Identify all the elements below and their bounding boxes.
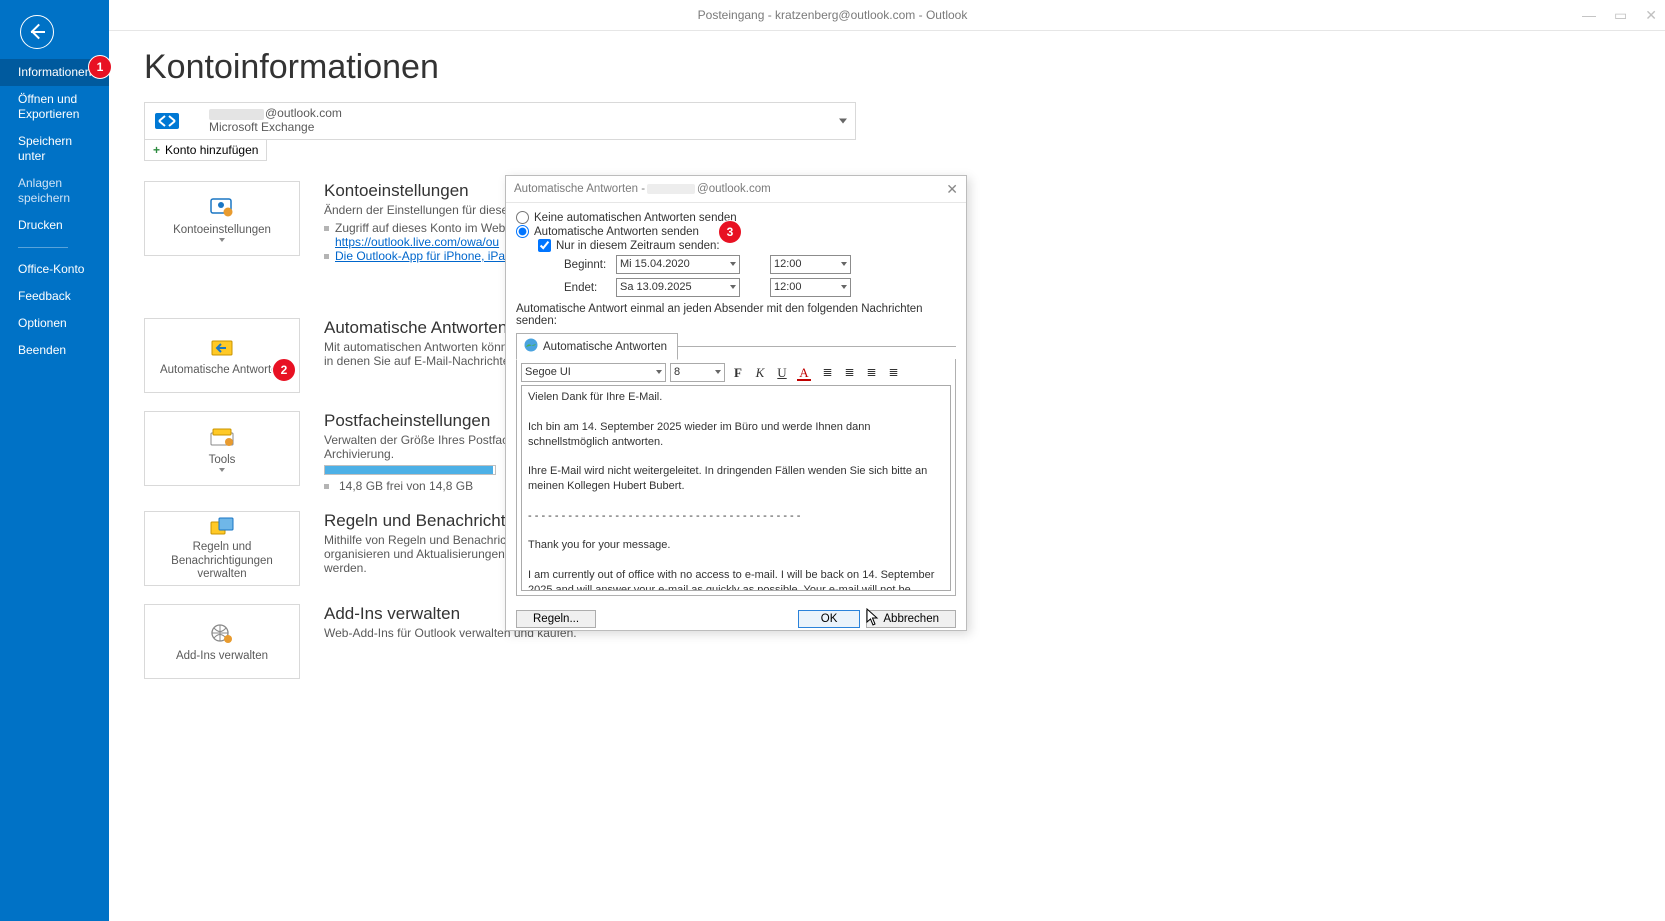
annotation-badge-1: 1 (88, 55, 112, 79)
storage-text: 14,8 GB frei von 14,8 GB (339, 479, 473, 493)
begin-label: Beginnt: (564, 259, 608, 271)
page-title: Kontoinformationen (144, 48, 1665, 87)
rules-button[interactable]: Regeln... (516, 610, 596, 628)
close-icon[interactable]: ✕ (946, 181, 958, 198)
account-info: @outlook.com Microsoft Exchange (209, 107, 342, 135)
automatic-replies-icon (209, 335, 235, 361)
bullet-icon (324, 484, 329, 489)
storage-bar (324, 465, 496, 475)
addins-icon (209, 621, 235, 647)
card-tools[interactable]: Tools (144, 411, 300, 486)
mobile-app-link[interactable]: Die Outlook-App für iPhone, iPad (335, 249, 512, 263)
numbered-list-button[interactable]: ≣ (839, 364, 857, 382)
begin-date-picker[interactable]: Mi 15.04.2020 (616, 255, 740, 274)
end-label: Endet: (564, 282, 608, 294)
chevron-down-icon (219, 468, 225, 472)
sidebar-item-office-account[interactable]: Office-Konto (0, 256, 109, 283)
blurred-name (647, 184, 695, 194)
annotation-badge-3: 3 (718, 220, 742, 244)
add-account-button[interactable]: +Konto hinzufügen (144, 139, 267, 161)
dialog-titlebar[interactable]: Automatische Antworten - @outlook.com ✕ (506, 176, 966, 203)
tab-automatic-replies[interactable]: Automatische Antworten (516, 333, 678, 360)
ok-button[interactable]: OK (798, 610, 861, 628)
message-editor[interactable]: Vielen Dank für Ihre E-Mail. Ich bin am … (521, 385, 951, 591)
sidebar-item-open-export[interactable]: Öffnen und Exportieren (0, 86, 109, 128)
card-addins[interactable]: Add-Ins verwalten (144, 604, 300, 679)
checkbox-only-period[interactable]: Nur in diesem Zeitraum senden: (538, 239, 956, 252)
sidebar-item-exit[interactable]: Beenden (0, 337, 109, 364)
account-settings-icon (209, 195, 235, 221)
account-provider: Microsoft Exchange (209, 121, 342, 135)
app-title: Posteingang - kratzenberg@outlook.com - … (698, 8, 968, 22)
plus-icon: + (153, 143, 160, 157)
sidebar-item-options[interactable]: Optionen (0, 310, 109, 337)
card-rules[interactable]: Regeln und Benachrichtigungen verwalten (144, 511, 300, 586)
app-header: Posteingang - kratzenberg@outlook.com - … (0, 0, 1665, 31)
bold-button[interactable]: F (729, 364, 747, 382)
minimize-icon[interactable]: — (1582, 0, 1596, 30)
font-color-button[interactable]: A (795, 364, 813, 382)
chevron-down-icon (839, 119, 847, 124)
chevron-down-icon (219, 238, 225, 242)
account-email-suffix: @outlook.com (265, 106, 342, 120)
bullet-icon (324, 226, 329, 231)
end-time-picker[interactable]: 12:00 (770, 278, 851, 297)
end-date-picker[interactable]: Sa 13.09.2025 (616, 278, 740, 297)
automatic-replies-dialog: Automatische Antworten - @outlook.com ✕ … (505, 175, 967, 631)
maximize-icon[interactable]: ▭ (1614, 0, 1627, 30)
exchange-icon (155, 110, 179, 132)
sidebar-item-save-as[interactable]: Speichern unter (0, 128, 109, 170)
cancel-button[interactable]: Abbrechen (866, 610, 956, 628)
font-size-select[interactable]: 8 (670, 363, 725, 382)
underline-button[interactable]: U (773, 364, 791, 382)
close-window-icon[interactable]: ✕ (1645, 0, 1657, 30)
back-button[interactable] (20, 15, 54, 49)
tab-header: Automatische Antworten (516, 333, 956, 360)
card-account-settings[interactable]: Kontoeinstellungen (144, 181, 300, 256)
sidebar-item-feedback[interactable]: Feedback (0, 283, 109, 310)
sidebar-item-print[interactable]: Drucken (0, 212, 109, 239)
begin-time-picker[interactable]: 12:00 (770, 255, 851, 274)
owa-link[interactable]: https://outlook.live.com/owa/ou (335, 235, 499, 249)
blurred-name (209, 109, 264, 120)
send-to-label: Automatische Antwort einmal an jeden Abs… (516, 303, 956, 327)
bullet-icon (324, 254, 329, 259)
bullet-list-button[interactable]: ≣ (817, 364, 835, 382)
backstage-sidebar: Informationen Öffnen und Exportieren Spe… (0, 0, 109, 921)
font-family-select[interactable]: Segoe UI (521, 363, 666, 382)
sidebar-separator (18, 247, 68, 248)
card-automatic-replies[interactable]: Automatische Antworten (144, 318, 300, 393)
italic-button[interactable]: K (751, 364, 769, 382)
rules-icon (209, 516, 235, 538)
indent-button[interactable]: ≣ (883, 364, 901, 382)
account-selector[interactable]: @outlook.com Microsoft Exchange (144, 102, 856, 140)
editor-toolbar: Segoe UI 8 F K U A ≣ ≣ ≣ ≣ (521, 363, 951, 382)
annotation-badge-2: 2 (272, 358, 296, 382)
sidebar-item-save-attachments[interactable]: Anlagen speichern (0, 170, 109, 212)
outdent-button[interactable]: ≣ (861, 364, 879, 382)
window-controls: — ▭ ✕ (1582, 0, 1657, 30)
globe-icon (523, 337, 539, 356)
tools-icon (209, 425, 235, 451)
